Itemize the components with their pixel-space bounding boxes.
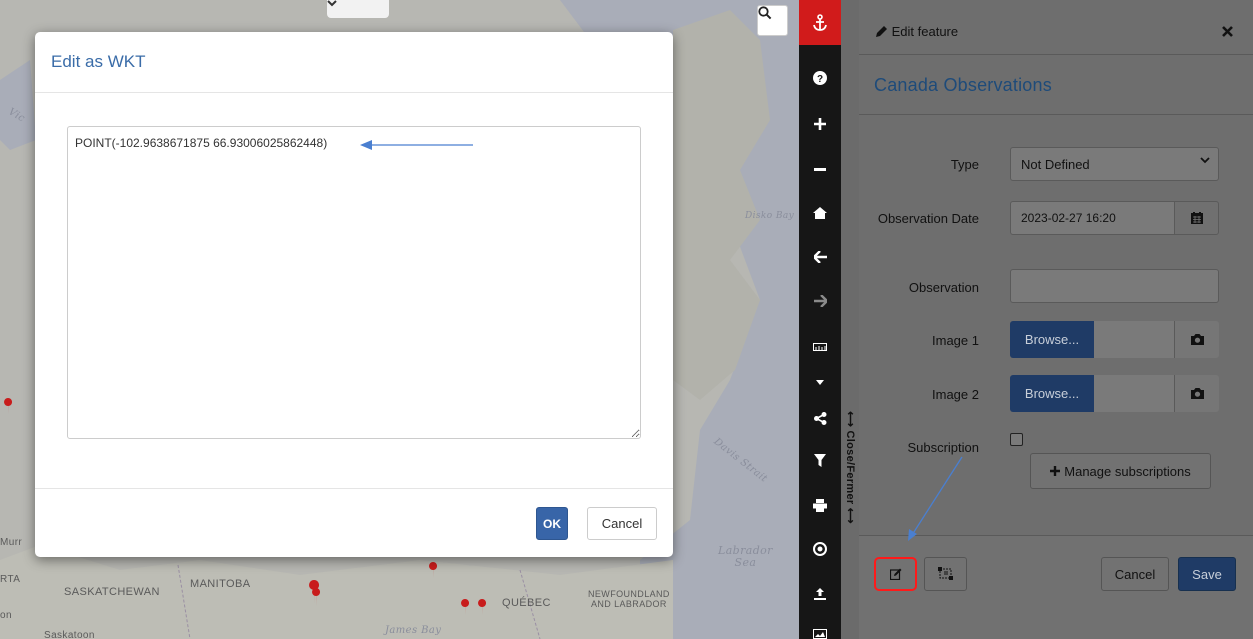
panel-title: Canada Observations (874, 75, 1052, 95)
anchor-icon (813, 13, 827, 31)
edit-icon (889, 568, 901, 580)
manage-subscriptions-button[interactable]: Manage subscriptions (1030, 453, 1211, 489)
divider (859, 114, 1253, 115)
cancel-button[interactable]: Cancel (1101, 557, 1169, 591)
dialog-header: Edit as WKT (35, 32, 673, 93)
subscription-checkbox[interactable] (1010, 433, 1023, 446)
image2-file-input: Browse... (1010, 375, 1219, 412)
share-icon (813, 411, 826, 425)
toolbar-zoom-in-button[interactable] (799, 102, 841, 146)
calendar-icon (1190, 212, 1203, 224)
arrow-left-icon (813, 251, 827, 263)
calendar-button[interactable] (1174, 201, 1219, 235)
arrow-right-icon (813, 295, 827, 307)
chevron-down-icon (1200, 157, 1210, 164)
manage-subscriptions-text: Manage subscriptions (1064, 463, 1191, 479)
image2-camera-button[interactable] (1174, 375, 1219, 412)
dialog-cancel-button[interactable]: Cancel (587, 507, 657, 540)
zoom-in-icon (814, 118, 826, 130)
toolbar-zoom-out-button[interactable] (799, 148, 841, 192)
panel-close-strip[interactable] (841, 0, 859, 639)
pencil-icon (876, 26, 887, 37)
observation-date-input[interactable]: 2023-02-27 16:20 (1010, 201, 1175, 235)
svg-text:?: ? (817, 74, 823, 85)
observation-date-label: Observation Date (877, 211, 979, 226)
image1-file-input: Browse... (1010, 321, 1219, 358)
dialog-footer: OK Cancel (35, 488, 673, 557)
toolbar-back-button[interactable] (799, 235, 841, 279)
search-icon (758, 6, 772, 20)
image1-filename-field[interactable] (1094, 321, 1174, 358)
toolbar-filter-button[interactable] (799, 438, 841, 482)
plus-icon (1050, 466, 1061, 476)
panel-header: Edit feature (859, 0, 1253, 55)
edit-wkt-dialog: Edit as WKT POINT(-102.9638671875 66.930… (35, 32, 673, 557)
caret-down-icon (816, 379, 824, 385)
geometry-icon (937, 567, 953, 580)
annotation-arrow (360, 140, 473, 150)
observation-input[interactable] (1010, 269, 1219, 303)
draw-geometry-button[interactable] (924, 557, 967, 591)
toolbar-image-button[interactable] (799, 612, 841, 639)
type-select[interactable]: Not Defined (1010, 147, 1219, 181)
panel-close-button[interactable] (1222, 24, 1233, 41)
image1-label: Image 1 (932, 333, 979, 348)
save-button[interactable]: Save (1178, 557, 1236, 591)
panel-close-label[interactable]: ⟷ Close/Fermer ⟷ (841, 404, 859, 530)
camera-icon (1190, 334, 1204, 345)
camera-icon (1190, 388, 1204, 399)
toolbar-locate-button[interactable] (799, 527, 841, 571)
image1-camera-button[interactable] (1174, 321, 1219, 358)
annotation-arrow (908, 456, 963, 541)
panel-header-text: Edit feature (891, 24, 959, 39)
wkt-textarea[interactable]: POINT(-102.9638671875 66.93006025862448) (67, 126, 641, 439)
type-label: Type (950, 157, 979, 172)
observation-date-value: 2023-02-27 16:20 (1021, 211, 1116, 225)
image2-filename-field[interactable] (1094, 375, 1174, 412)
ok-button[interactable]: OK (536, 507, 568, 540)
toolbar-print-button[interactable] (799, 483, 841, 527)
target-icon (813, 542, 827, 556)
zoom-out-icon (814, 168, 826, 171)
toolbar-upload-button[interactable] (799, 572, 841, 616)
print-icon (813, 498, 827, 512)
type-select-value: Not Defined (1021, 156, 1090, 172)
upload-icon (814, 588, 826, 600)
map-toolbar: ? (799, 0, 841, 639)
image1-browse-button[interactable]: Browse... (1010, 321, 1094, 358)
ruler-icon (813, 343, 827, 351)
close-strip-text: ⟷ Close/Fermer ⟷ (843, 410, 856, 524)
toolbar-forward-button[interactable] (799, 279, 841, 323)
filter-icon (814, 453, 826, 467)
observation-label: Observation (908, 280, 979, 295)
question-icon: ? (813, 71, 827, 85)
toolbar-share-button[interactable] (799, 396, 841, 440)
panel-header-title: Edit feature (876, 24, 958, 39)
toolbar-anchor-button[interactable] (799, 0, 841, 45)
home-icon (813, 207, 827, 219)
image2-browse-button[interactable]: Browse... (1010, 375, 1094, 412)
image2-label: Image 2 (932, 387, 979, 402)
close-icon (1222, 26, 1233, 37)
dialog-title: Edit as WKT (51, 52, 146, 71)
toolbar-help-button[interactable]: ? (799, 56, 841, 100)
map-search-button[interactable] (757, 5, 788, 36)
image-icon (813, 629, 827, 639)
edit-as-wkt-button[interactable] (874, 557, 917, 591)
toolbar-home-button[interactable] (799, 191, 841, 235)
